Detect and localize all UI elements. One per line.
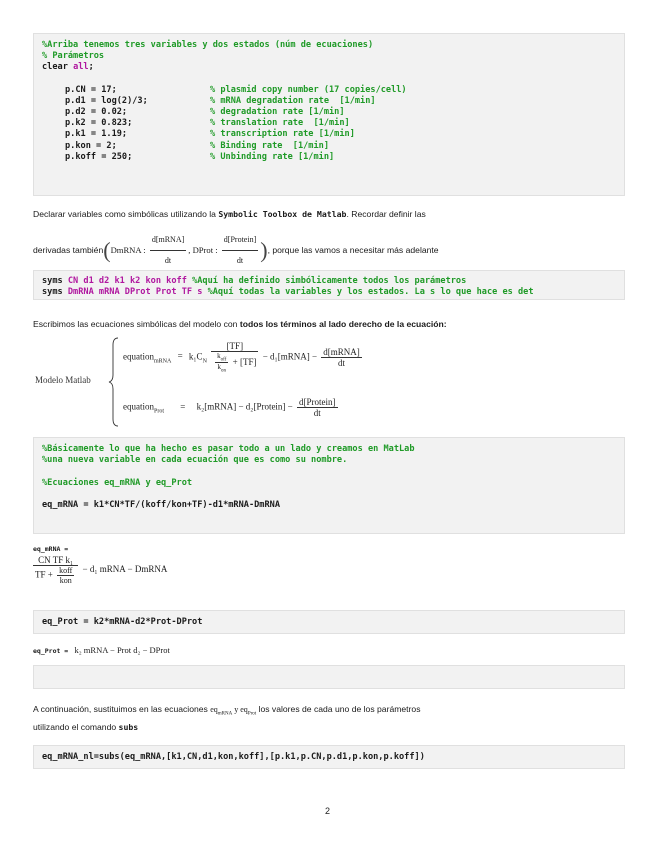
code-block-prot: eq_Prot = k2*mRNA-d2*Prot-DProt (33, 610, 625, 634)
inline-code: subs (118, 722, 139, 732)
param-line: p.d1 = log(2)/3;% mRNA degradation rate … (65, 95, 376, 106)
code-comment: %Arriba tenemos tres variables y dos est… (42, 40, 374, 50)
param-line: p.k2 = 0.823;% translation rate [1/min] (65, 118, 350, 129)
paragraph-symbolic-line2: derivadas también(DmRNA : d[mRNA] dt, DPr… (33, 230, 439, 271)
math-dprot: DProt (192, 244, 214, 255)
param-list: p.CN = 17;% plasmid copy number (17 copi… (42, 85, 624, 163)
left-brace (108, 337, 119, 427)
code-line: eq_mRNA_nl=subs(eq_mRNA,[k1,CN,d1,kon,ko… (42, 752, 425, 762)
code-line: eq_mRNA = k1*CN*TF/(koff/kon+TF)-d1*mRNA… (42, 500, 280, 511)
output-eq-prot: eq_Prot = k₂ mRNA − Prot d₂ − DProt (33, 645, 170, 655)
code-argument: all (73, 62, 89, 73)
paragraph-subs: A continuación, sustituimos en las ecuac… (33, 704, 421, 717)
param-line: p.d2 = 0.02;% degradation rate [1/min] (65, 107, 345, 118)
code-block-subs: eq_mRNA_nl=subs(eq_mRNA,[k1,CN,d1,kon,ko… (33, 745, 625, 769)
code-keyword: syms (42, 287, 63, 298)
output-label: eq_mRNA = (33, 545, 69, 553)
output-eq-mrna: eq_mRNA = CN TF k₁ TF + koff kon − d₁ mRN… (33, 545, 168, 585)
param-line: p.k1 = 1.19;% transcription rate [1/min] (65, 129, 355, 140)
code-comment: % Parámetros (42, 51, 105, 62)
param-line: p.koff = 250;% Unbinding rate [1/min] (65, 151, 335, 162)
code-block-syms: syms CN d1 d2 k1 k2 kon koff %Aquí ha de… (33, 270, 625, 300)
inline-code: Symbolic Toolbox de Matlab (218, 209, 347, 219)
code-keyword: clear (42, 62, 68, 73)
param-line: p.CN = 17;% plasmid copy number (17 copi… (65, 84, 407, 95)
code-block-equations: %Básicamente lo que ha hecho es pasar to… (33, 437, 625, 534)
equation-mrna: equationmRNA = k₁CN [TF] koff kon + [TF] … (123, 341, 362, 374)
code-keyword: syms (42, 276, 63, 286)
math-dmrna: DmRNA (110, 244, 142, 255)
paragraph-symbolic: Declarar variables como simbólicas utili… (33, 209, 426, 219)
model-label: Modelo Matlab (35, 375, 91, 385)
model-equations: Modelo Matlab equationmRNA = k₁CN [TF] k… (33, 335, 593, 430)
code-line: eq_Prot = k2*mRNA-d2*Prot-DProt (42, 617, 203, 627)
equation-prot: equationProt = k₂[mRNA] − d₂[Protein] − … (123, 397, 338, 418)
page-number: 2 (324, 806, 330, 816)
paragraph-subs-line2: utilizando el comando subs (33, 722, 139, 732)
paragraph-equations: Escribimos las ecuaciones simbólicas del… (33, 319, 447, 329)
code-block-empty (33, 665, 625, 689)
param-line: p.kon = 2;% Binding rate [1/min] (65, 140, 329, 151)
code-block-parameters: %Arriba tenemos tres variables y dos est… (33, 33, 625, 196)
